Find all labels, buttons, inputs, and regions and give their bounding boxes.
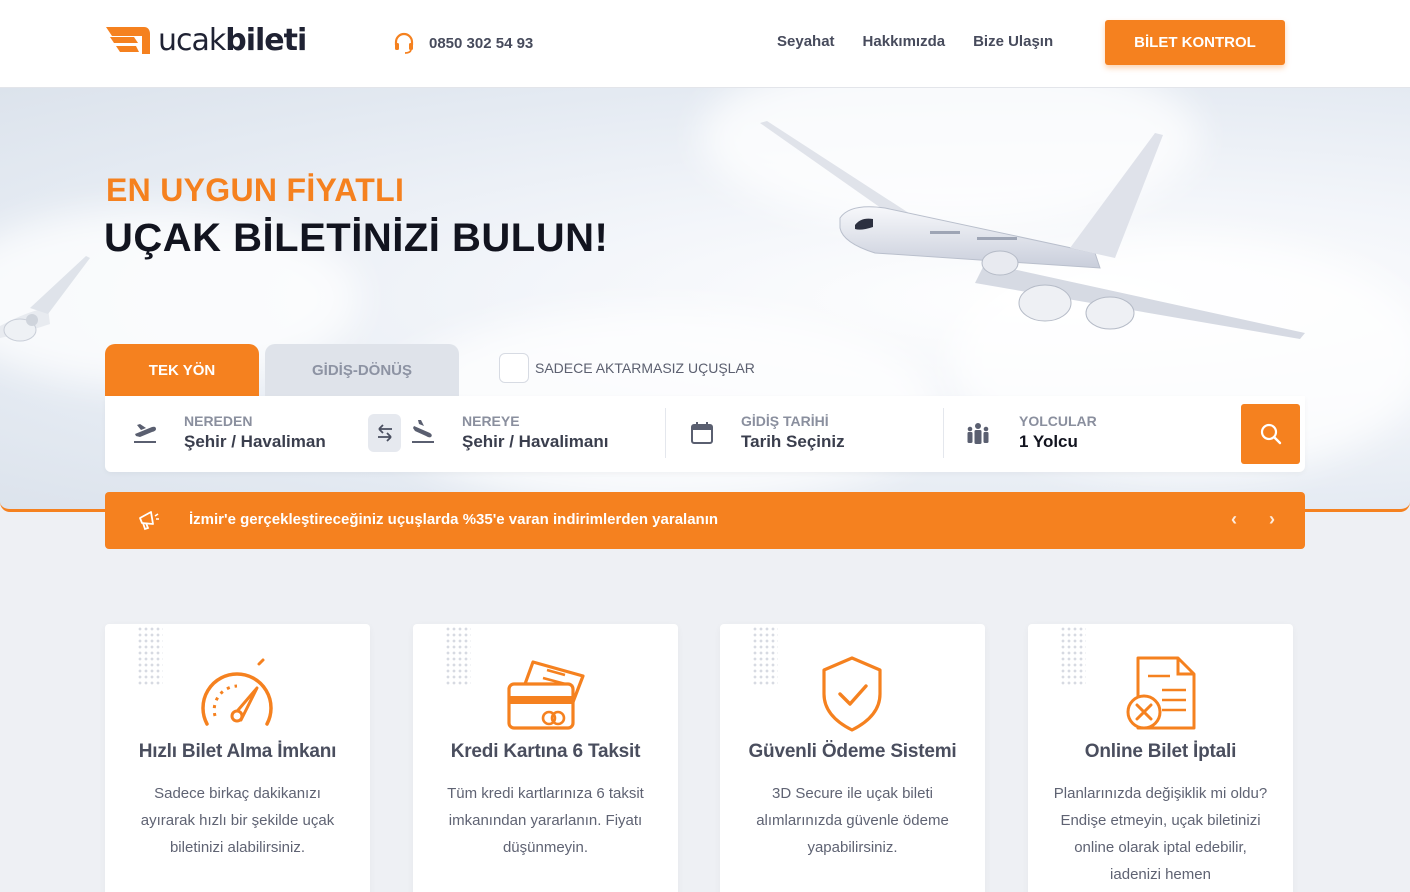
main-nav: Seyahat Hakkımızda Bize Ulaşın: [777, 33, 1053, 50]
speedometer-icon: [201, 658, 273, 726]
banner-next-button[interactable]: ›: [1269, 509, 1275, 530]
small-airplane-image: [0, 256, 90, 342]
tab-round-trip[interactable]: GİDİŞ-DÖNÜŞ: [265, 344, 459, 396]
nav-item-bize-ulasin[interactable]: Bize Ulaşın: [973, 33, 1053, 50]
dots-decoration: [752, 626, 778, 686]
shield-check-icon: [822, 656, 882, 732]
feature-description: Tüm kredi kartlarınıza 6 taksit imkanınd…: [447, 785, 644, 856]
feature-description: Planlarınızda değişiklik mi oldu? Endişe…: [1053, 785, 1268, 883]
megaphone-icon: [139, 511, 159, 531]
departure-date-label: GİDİŞ TARİHİ: [741, 413, 829, 429]
from-field[interactable]: NEREDEN Şehir / Havalimanı: [105, 396, 360, 472]
support-phone[interactable]: 0850 302 54 93: [393, 32, 533, 54]
flight-search-form: NEREDEN Şehir / Havalimanı NEREYE Şehir …: [105, 396, 1305, 472]
banner-prev-button[interactable]: ‹: [1231, 509, 1237, 530]
plane-takeoff-icon: [134, 424, 156, 443]
feature-card: Hızlı Bilet Alma İmkanı Sadece birkaç da…: [105, 624, 370, 892]
site-header: ucakbileti 0850 302 54 93 Seyahat Hakkım…: [0, 0, 1410, 88]
feature-description: Sadece birkaç dakikanızı ayırarak hızlı …: [140, 785, 335, 856]
calendar-icon: [691, 422, 713, 444]
departure-date-value: Tarih Seçiniz: [741, 432, 845, 451]
passengers-field[interactable]: YOLCULAR 1 Yolcu: [944, 396, 1224, 472]
dots-decoration: [1060, 626, 1086, 686]
nav-item-seyahat[interactable]: Seyahat: [777, 33, 835, 50]
dots-decoration: [445, 626, 471, 686]
feature-title: Hızlı Bilet Alma İmkanı: [138, 741, 337, 762]
search-button[interactable]: [1241, 404, 1300, 464]
swap-arrows-icon: [377, 424, 392, 442]
swap-button[interactable]: [368, 414, 401, 452]
document-cancel-icon: [1126, 656, 1196, 730]
logo[interactable]: ucakbileti: [104, 23, 307, 58]
feature-card: Güvenli Ödeme Sistemi 3D Secure ile uçak…: [720, 624, 985, 892]
to-value: Şehir / Havalimanı: [462, 432, 609, 451]
feature-card: Online Bilet İptali Planlarınızda değişi…: [1028, 624, 1293, 892]
to-label: NEREYE: [462, 413, 520, 429]
direct-flights-label: SADECE AKTARMASIZ UÇUŞLAR: [535, 360, 755, 376]
logo-text-part2: bileti: [225, 23, 307, 58]
promo-banner[interactable]: İzmir'e gerçekleştireceğiniz uçuşlarda %…: [105, 492, 1305, 549]
direct-flights-checkbox[interactable]: [499, 353, 529, 383]
feature-card: Kredi Kartına 6 Taksit Tüm kredi kartlar…: [413, 624, 678, 892]
from-label: NEREDEN: [184, 413, 253, 429]
phone-number: 0850 302 54 93: [429, 34, 534, 52]
nav-item-hakkimizda[interactable]: Hakkımızda: [863, 33, 946, 50]
ticket-check-button[interactable]: BİLET KONTROL: [1105, 20, 1285, 65]
promo-text: İzmir'e gerçekleştireceğiniz uçuşlarda %…: [189, 511, 719, 528]
departure-date-field[interactable]: GİDİŞ TARİHİ Tarih Seçiniz: [666, 396, 942, 472]
feature-title: Güvenli Ödeme Sistemi: [748, 741, 957, 762]
headset-icon: [394, 32, 414, 54]
airplane-image: [760, 121, 1305, 339]
from-value: Şehir / Havalimanı: [184, 432, 326, 451]
passengers-value: 1 Yolcu: [1019, 432, 1078, 451]
tab-one-way[interactable]: TEK YÖN: [105, 344, 259, 396]
feature-title: Online Bilet İptali: [1084, 741, 1237, 762]
passengers-icon: [967, 423, 989, 444]
passengers-label: YOLCULAR: [1019, 413, 1097, 429]
dots-decoration: [137, 626, 163, 686]
to-field[interactable]: NEREYE Şehir / Havalimanı: [405, 396, 665, 472]
feature-description: 3D Secure ile uçak bileti alımlarınızda …: [756, 785, 949, 856]
plane-landing-icon: [412, 420, 434, 443]
feature-title: Kredi Kartına 6 Taksit: [450, 741, 641, 762]
logo-text-part1: ucak: [158, 23, 226, 58]
hero-subtitle: EN UYGUN FİYATLI: [106, 172, 405, 208]
credit-card-icon: [507, 660, 585, 730]
hero-title: UÇAK BİLETİNİZİ BULUN!: [104, 216, 609, 260]
direct-flights-option[interactable]: SADECE AKTARMASIZ UÇUŞLAR: [499, 353, 755, 383]
search-icon: [1260, 423, 1281, 445]
logo-icon: [106, 27, 150, 54]
